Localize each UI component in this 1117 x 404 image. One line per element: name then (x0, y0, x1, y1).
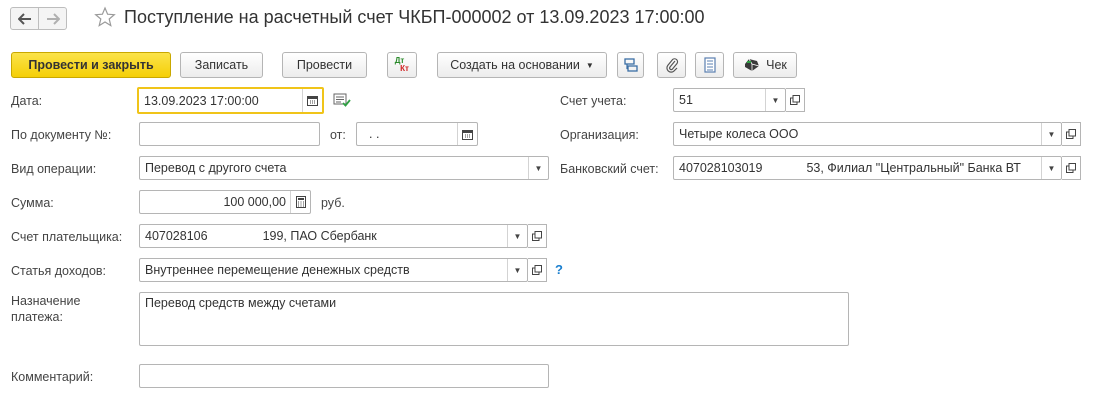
purpose-label: Назначение платежа: (11, 294, 81, 324)
income-item-select[interactable]: Внутреннее перемещение денежных средств … (139, 258, 528, 282)
document-list-icon (703, 57, 716, 73)
doc-number-label: По документу №: (11, 128, 112, 142)
operation-select[interactable]: Перевод с другого счета ▼ (139, 156, 549, 180)
arrow-right-icon (46, 12, 60, 25)
organization-select[interactable]: Четыре колеса ООО ▼ (673, 122, 1062, 146)
chevron-down-icon[interactable]: ▼ (507, 225, 527, 247)
calculator-button[interactable] (290, 191, 310, 213)
hierarchy-icon (623, 58, 638, 72)
chevron-down-icon[interactable]: ▼ (1041, 157, 1061, 179)
date-label: Дата: (11, 94, 43, 108)
calendar-button[interactable] (457, 123, 477, 145)
history-button[interactable] (333, 93, 351, 110)
calendar-button[interactable] (302, 89, 322, 112)
comment-label: Комментарий: (11, 370, 94, 384)
amount-label: Сумма: (11, 196, 54, 210)
arrow-left-icon (17, 12, 31, 25)
doc-number-field[interactable] (139, 122, 320, 146)
currency-label: руб. (321, 196, 345, 210)
payer-account-label: Счет плательщика: (11, 230, 123, 244)
paperclip-icon (665, 58, 678, 73)
open-icon (532, 231, 542, 241)
open-icon (790, 95, 800, 105)
org-label: Организация: (560, 128, 639, 142)
chevron-down-icon[interactable]: ▼ (507, 259, 527, 281)
forward-button[interactable] (38, 7, 67, 30)
from-label: от: (330, 128, 346, 142)
report-button[interactable] (695, 52, 724, 78)
dt-kt-icon: Дт Кт (394, 56, 409, 73)
bank-account-number: 407028103019 (679, 161, 763, 175)
open-icon (532, 265, 542, 275)
account-label: Счет учета: (560, 94, 627, 108)
calendar-icon (462, 129, 473, 140)
cash-register-icon (745, 58, 760, 71)
calendar-icon (307, 96, 318, 106)
bank-account-bank: 53, Филиал "Центральный" Банка ВТ (806, 161, 1021, 175)
favorite-star-icon[interactable] (94, 6, 116, 28)
back-button[interactable] (10, 7, 39, 30)
open-icon (1066, 129, 1076, 139)
list-check-icon (333, 93, 351, 107)
amount-field[interactable]: 100 000,00 (139, 190, 311, 214)
open-organization-button[interactable] (1062, 122, 1081, 146)
income-item-label: Статья доходов: (11, 264, 107, 278)
open-payer-account-button[interactable] (528, 224, 547, 248)
calculator-icon (295, 196, 306, 208)
receipt-button[interactable]: Чек (733, 52, 797, 78)
open-income-item-button[interactable] (528, 258, 547, 282)
chevron-down-icon: ▼ (585, 60, 594, 70)
page-title: Поступление на расчетный счет ЧКБП-00000… (124, 7, 705, 27)
account-select[interactable]: 51 ▼ (673, 88, 786, 112)
chevron-down-icon[interactable]: ▼ (1041, 123, 1061, 145)
help-icon[interactable]: ? (555, 262, 563, 277)
open-bank-account-button[interactable] (1062, 156, 1081, 180)
post-and-close-button[interactable]: Провести и закрыть (11, 52, 171, 78)
operation-label: Вид операции: (11, 162, 97, 176)
from-date-field[interactable]: . . (356, 122, 478, 146)
comment-field[interactable] (139, 364, 549, 388)
bank-account-select[interactable]: 407028103019 53, Филиал "Центральный" Бан… (673, 156, 1062, 180)
payer-account-number: 407028106 (145, 229, 208, 243)
chevron-down-icon[interactable]: ▼ (528, 157, 548, 179)
payer-account-select[interactable]: 407028106 199, ПАО Сбербанк ▼ (139, 224, 528, 248)
create-based-on-button[interactable]: Создать на основании ▼ (437, 52, 607, 78)
chevron-down-icon[interactable]: ▼ (765, 89, 785, 111)
bank-account-label: Банковский счет: (560, 162, 659, 176)
open-icon (1066, 163, 1076, 173)
date-field[interactable]: 13.09.2023 17:00:00 (137, 87, 324, 114)
attach-button[interactable] (657, 52, 686, 78)
save-button[interactable]: Записать (180, 52, 263, 78)
payer-account-bank: 199, ПАО Сбербанк (262, 229, 377, 243)
purpose-textarea[interactable]: Перевод средств между счетами (139, 292, 849, 346)
post-button[interactable]: Провести (282, 52, 367, 78)
structure-button[interactable] (617, 52, 644, 78)
open-account-button[interactable] (786, 88, 805, 112)
dt-kt-button[interactable]: Дт Кт (387, 52, 417, 78)
